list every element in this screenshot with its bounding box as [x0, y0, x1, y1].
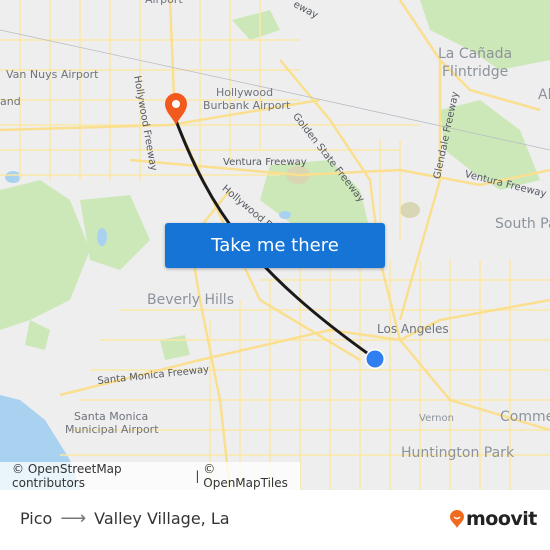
label-santa-monica-airport-1: Santa Monica — [74, 410, 149, 423]
label-altadena-partial: Al — [538, 87, 550, 103]
label-la-canada-1: La Cañada — [438, 46, 513, 62]
osm-attribution-link[interactable]: © OpenStreetMap contributors — [12, 462, 192, 490]
label-partial-left: and — [0, 95, 21, 108]
label-vernon: Vernon — [419, 413, 454, 424]
label-south-pasadena-partial: South Pa — [495, 216, 550, 232]
label-hollywood-burbank-2: Burbank Airport — [203, 99, 291, 112]
map-attribution: © OpenStreetMap contributors | © OpenMap… — [0, 462, 300, 490]
take-me-there-button[interactable]: Take me there — [165, 223, 385, 268]
destination-name: Valley Village, La — [94, 509, 230, 528]
moovit-pin-icon — [450, 510, 464, 528]
origin-name: Pico — [20, 509, 53, 528]
label-santa-monica-airport-2: Municipal Airport — [65, 423, 159, 436]
moovit-logo[interactable]: moovit — [449, 508, 537, 530]
label-van-nuys-airport: Van Nuys Airport — [6, 68, 99, 81]
origin-marker-icon[interactable] — [364, 348, 386, 370]
destination-pin-icon[interactable] — [164, 92, 188, 126]
moovit-wordmark: moovit — [466, 508, 537, 530]
map-view[interactable]: Van Nuys Airport and Airport Hollywood B… — [0, 0, 550, 490]
label-ventura-freeway-west: Ventura Freeway — [223, 157, 307, 168]
label-airport-top: Airport — [145, 0, 183, 5]
label-commerce-partial: Comme — [500, 409, 550, 425]
omt-attribution-link[interactable]: © OpenMapTiles — [203, 462, 300, 490]
label-la-canada-2: Flintridge — [442, 64, 509, 80]
arrow-right-icon: ⟶ — [60, 508, 87, 529]
label-los-angeles: Los Angeles — [377, 322, 449, 336]
label-huntington-park: Huntington Park — [401, 445, 515, 461]
label-beverly-hills: Beverly Hills — [147, 292, 234, 308]
route-summary: Pico ⟶ Valley Village, La — [20, 508, 230, 529]
attribution-separator: | — [191, 469, 204, 483]
label-hollywood-burbank-1: Hollywood — [216, 86, 274, 99]
